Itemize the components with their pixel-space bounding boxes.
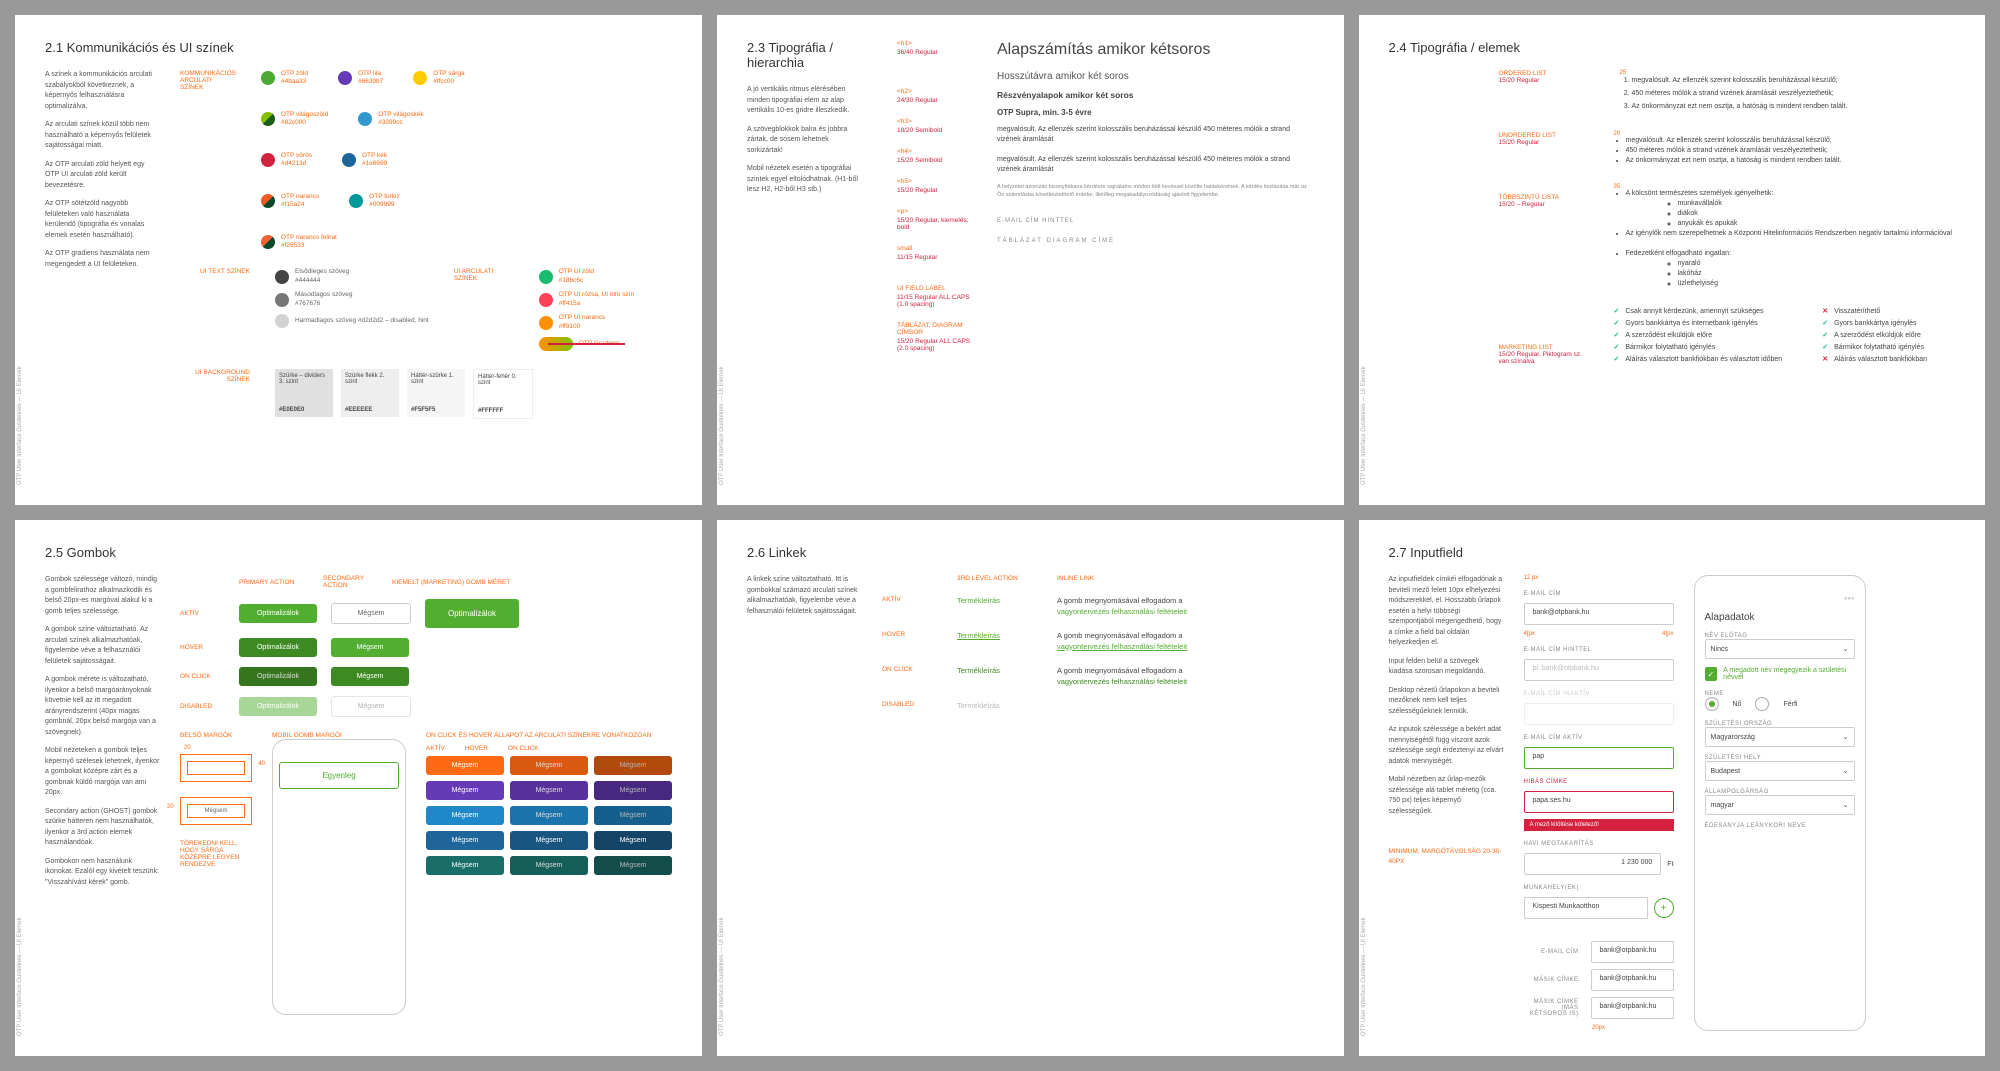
chevron-down-icon: ⌄ xyxy=(1843,801,1849,809)
type-examples: Alapszámítás amikor kétsoros Hosszútávra… xyxy=(997,40,1314,366)
radio-male[interactable] xyxy=(1755,697,1769,711)
label-bg: UI BACKGROUND SZÍNEK xyxy=(180,369,250,383)
chevron-down-icon: ⌄ xyxy=(1843,767,1849,775)
swatch: OTP világoszöld#82c000 xyxy=(261,111,328,128)
page-title: 2.7 Inputfield xyxy=(1389,545,1956,560)
label-arculati: UI ARCULATI SZÍNEK xyxy=(454,268,514,282)
third-link-click[interactable]: Termékleírás xyxy=(957,666,1027,675)
ordered-list: megvalósult. Az ellenzék szerint kolossz… xyxy=(1632,76,1956,111)
mobile-button[interactable]: Egyenleg xyxy=(279,762,399,789)
secondary-button[interactable]: Mégsem xyxy=(331,603,411,624)
prefix-select[interactable]: Nincs⌄ xyxy=(1705,639,1855,659)
email-field[interactable]: bank@otpbank.hu xyxy=(1524,603,1674,625)
marketing-button[interactable]: Optimalizálok xyxy=(425,599,519,628)
page-title: 2.4 Tipográfia / elemek xyxy=(1389,40,1956,55)
email-error-field[interactable]: papa.ses.hu xyxy=(1524,791,1674,813)
checkbox[interactable]: ✓ xyxy=(1705,667,1718,681)
type-specs: <h1>36/40 Regular <h2>24/30 Regular <h3>… xyxy=(897,40,977,366)
error-message: A mező kitöltése kötelező! xyxy=(1524,819,1674,831)
page-title: 2.6 Linkek xyxy=(747,545,1314,560)
third-link-disabled: Termékleírás xyxy=(957,701,1027,710)
swatch: OTP kék#1e6699 xyxy=(342,152,387,169)
swatch: OTP lila#6639b7 xyxy=(338,70,383,87)
check-icon: ✓ xyxy=(1614,355,1620,363)
x-icon: ✕ xyxy=(1822,307,1828,315)
page-2.4: OTP User Interface Guidelines — UI Eleme… xyxy=(1359,15,1986,505)
third-link[interactable]: Termékleírás xyxy=(957,596,1027,605)
page-title: 2.3 Tipográfia / hierarchia xyxy=(747,40,877,70)
swatch: OTP narancs#f15a24 xyxy=(261,193,319,210)
nested-list: A kölcsönt természetes személyek igényel… xyxy=(1614,190,1956,287)
color-buttons: MégsemMégsemMégsem MégsemMégsemMégsem Mé… xyxy=(426,756,672,875)
swatch-grid: OTP zöld#4baa33 OTP lila#6639b7 OTP sárg… xyxy=(261,70,672,250)
email-active-field[interactable]: pap xyxy=(1524,747,1674,769)
body-text: A színek a kommunikációs arculati szabál… xyxy=(45,70,160,437)
input-examples: 12 px E-MAIL CÍM bank@otpbank.hu 4[px4[p… xyxy=(1524,575,1674,1031)
swatch: OTP vörös#d4213d xyxy=(261,152,312,169)
mobile-title: Alapadatok xyxy=(1705,612,1855,623)
check-icon: ✓ xyxy=(1614,307,1620,315)
check-icon: ✓ xyxy=(1822,343,1828,351)
label-komm: KOMMUNIKÁCIÓS ARCULATI SZÍNEK xyxy=(180,70,236,91)
marketing-list: ✕Visszatéríthető ✓Gyors bankkártya igény… xyxy=(1822,307,1927,367)
page-2.3: OTP User Interface Guidelines — UI Eleme… xyxy=(717,15,1344,505)
primary-button[interactable]: Optimalizálok xyxy=(239,604,317,623)
amount-field[interactable]: 1 230 000 xyxy=(1524,853,1662,875)
email-inactive-field xyxy=(1524,703,1674,725)
phone-form: ●●● Alapadatok NÉV ELŐTAG Nincs⌄ ✓A mega… xyxy=(1694,575,1866,1031)
city-select[interactable]: Budapest⌄ xyxy=(1705,761,1855,781)
swatch: OTP világoskék#3399cc xyxy=(358,111,423,128)
secondary-button-hover[interactable]: Mégsem xyxy=(331,638,409,657)
chevron-down-icon: ⌄ xyxy=(1843,645,1849,653)
check-icon: ✓ xyxy=(1614,331,1620,339)
phone-mockup: Egyenleg xyxy=(272,739,406,1015)
citizenship-select[interactable]: magyar⌄ xyxy=(1705,795,1855,815)
unordered-list: megvalósult. Az ellenzék szerint kolossz… xyxy=(1614,137,1956,164)
chevron-down-icon: ⌄ xyxy=(1843,733,1849,741)
x-icon: ✕ xyxy=(1822,355,1828,363)
page-title: 2.5 Gombok xyxy=(45,545,672,560)
check-icon: ✓ xyxy=(1614,319,1620,327)
swatch: OTP narancs felirat#f26533 xyxy=(261,234,337,251)
inline-link[interactable]: vagyontervezés felhasználási feltételeit xyxy=(1057,607,1187,616)
third-link-hover[interactable]: Termékleírás xyxy=(957,631,1027,640)
swatch: OTP sárga#ffcc00 xyxy=(413,70,464,87)
check-icon: ✓ xyxy=(1822,331,1828,339)
page-title: 2.1 Kommunikációs és UI színek xyxy=(45,40,672,55)
marketing-list: ✓Csak annyit kérdezünk, amennyit szükség… xyxy=(1614,307,1783,367)
primary-button-hover[interactable]: Optimalizálok xyxy=(239,638,317,657)
margin-diagram: 20 40 xyxy=(180,754,252,782)
swatch: OTP zöld#4baa33 xyxy=(261,70,308,87)
add-button[interactable]: + xyxy=(1654,898,1674,918)
radio-female[interactable] xyxy=(1705,697,1719,711)
bg-swatches: Szürke – dividers 3. szint#E0E0E0 Szürke… xyxy=(275,369,533,419)
page-2.1: OTP User Interface Guidelines — UI Eleme… xyxy=(15,15,702,505)
footer-text: OTP User Interface Guidelines — UI Eleme… xyxy=(17,366,23,485)
check-icon: ✓ xyxy=(1822,319,1828,327)
check-icon: ✓ xyxy=(1614,343,1620,351)
label-text: UI TEXT SZÍNEK xyxy=(180,268,250,275)
country-select[interactable]: Magyarország⌄ xyxy=(1705,727,1855,747)
swatch: OTP türkiz#009999 xyxy=(349,193,400,210)
workplace-field[interactable]: Kispesti Munkaotthon xyxy=(1524,897,1648,919)
email-hint-field[interactable]: pl. bank@otpbank.hu xyxy=(1524,659,1674,681)
